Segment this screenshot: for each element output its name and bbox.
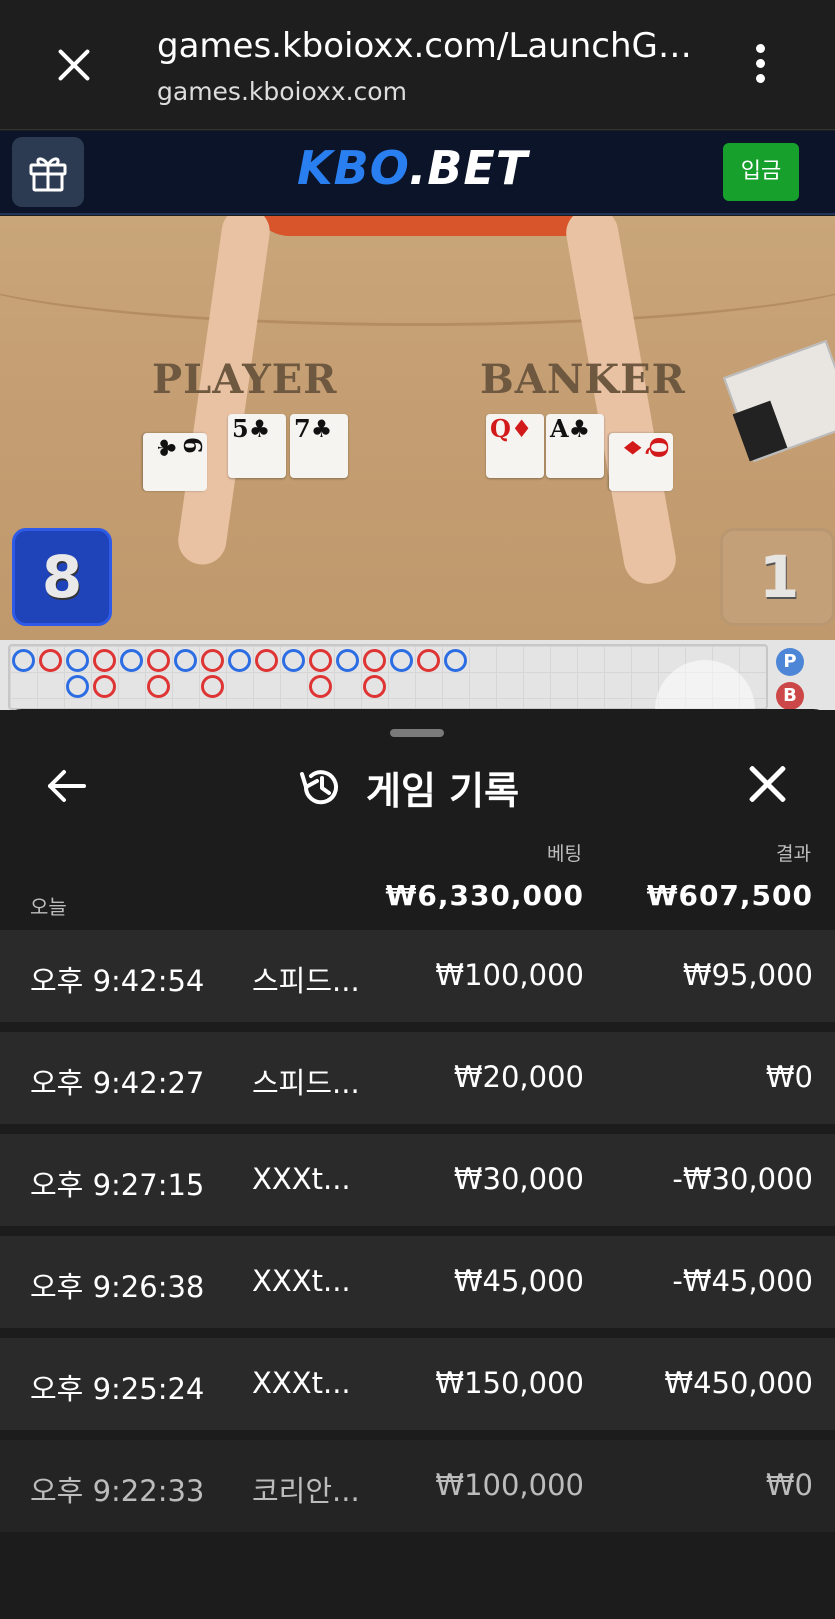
road-dot-banker: [417, 649, 440, 672]
roadmap-strip: P B: [0, 640, 835, 760]
gift-button[interactable]: [12, 137, 84, 207]
road-dot-player: [120, 649, 143, 672]
player-zone-label: PLAYER: [152, 356, 338, 403]
player-predict-badge: P: [776, 648, 804, 676]
result-column-header: 결과: [776, 843, 811, 865]
row-time: 오후 9:25:24: [30, 1372, 205, 1406]
road-dot-banker: [93, 675, 116, 698]
row-game: XXXt...: [252, 1162, 351, 1196]
road-dot-player: [444, 649, 467, 672]
browser-toolbar: games.kboioxx.com/LaunchG… games.kboioxx…: [0, 0, 835, 130]
row-time: 오후 9:42:27: [30, 1066, 205, 1100]
road-dot-banker: [255, 649, 278, 672]
road-dot-player: [174, 649, 197, 672]
road-dot-player: [336, 649, 359, 672]
bet-column-header: 베팅: [547, 843, 582, 865]
sheet-footer: [0, 1539, 835, 1619]
road-dot-banker: [309, 675, 332, 698]
row-game: XXXt...: [252, 1264, 351, 1298]
road-dot-banker: [201, 649, 224, 672]
deposit-button[interactable]: 입금: [723, 143, 799, 201]
road-dot-banker: [39, 649, 62, 672]
banker-score: 1: [720, 528, 835, 626]
total-bet: ₩6,330,000: [385, 879, 584, 912]
site-header: KBO.BET 입금: [0, 131, 835, 215]
history-row[interactable]: 오후 9:25:24 XXXt... ₩150,000 ₩450,000: [0, 1338, 835, 1430]
history-row[interactable]: 오후 9:26:38 XXXt... ₩45,000 -₩45,000: [0, 1236, 835, 1328]
date-group-label: 오늘: [30, 895, 67, 919]
row-game: 스피드...: [252, 964, 360, 998]
road-dot-banker: [147, 649, 170, 672]
road-dot-banker: [363, 675, 386, 698]
history-row[interactable]: 오후 9:42:27 스피드... ₩20,000 ₩0: [0, 1032, 835, 1124]
sheet-header: 게임 기록: [298, 759, 519, 815]
close-icon[interactable]: [746, 762, 790, 806]
road-dot-player: [282, 649, 305, 672]
banker-card: Q♦: [609, 433, 673, 491]
row-result: ₩0: [765, 1468, 813, 1502]
kbo-bet-logo[interactable]: KBO.BET: [297, 141, 528, 195]
gift-icon: [29, 157, 67, 192]
road-dot-player: [66, 675, 89, 698]
player-card: 6 ♣: [143, 433, 207, 491]
close-icon[interactable]: [50, 42, 98, 90]
history-row[interactable]: 오후 9:27:15 XXXt... ₩30,000 -₩30,000: [0, 1134, 835, 1226]
row-game: 스피드...: [252, 1066, 360, 1100]
road-dot-player: [66, 649, 89, 672]
player-card: 7♣: [290, 414, 348, 478]
row-result: -₩30,000: [672, 1162, 813, 1196]
history-list: 오후 9:42:54 스피드... ₩100,000 ₩95,000 오후 9:…: [0, 930, 835, 1542]
dealer-shirt: [250, 216, 610, 236]
road-dot-banker: [147, 675, 170, 698]
row-time: 오후 9:27:15: [30, 1168, 205, 1202]
row-bet: ₩20,000: [453, 1060, 584, 1094]
row-bet: ₩45,000: [453, 1264, 584, 1298]
url-domain: games.kboioxx.com: [157, 77, 407, 106]
row-time: 오후 9:22:33: [30, 1474, 205, 1508]
row-bet: ₩100,000: [435, 958, 584, 992]
row-result: -₩45,000: [672, 1264, 813, 1298]
bead-road[interactable]: [8, 644, 768, 710]
row-bet: ₩150,000: [435, 1366, 584, 1400]
road-dot-player: [12, 649, 35, 672]
row-result: ₩450,000: [664, 1366, 813, 1400]
banker-card: A♣: [546, 414, 604, 478]
history-icon: [300, 770, 338, 805]
player-card: 5♣: [228, 414, 286, 478]
live-video: PLAYER BANKER 6 ♣ 5♣ 7♣ Q♦ A♣ Q ♦ 8 1: [0, 216, 835, 640]
history-row[interactable]: 오후 9:22:33 코리안... ₩100,000 ₩0: [0, 1440, 835, 1532]
game-history-sheet: 게임 기록 베팅 결과 오늘 ₩6,330,000 ₩607,500 오후 9:…: [0, 709, 835, 1619]
total-result: ₩607,500: [646, 879, 813, 912]
road-dot-banker: [363, 649, 386, 672]
row-result: ₩0: [765, 1060, 813, 1094]
banker-zone-label: BANKER: [480, 356, 686, 403]
road-dot-player: [228, 649, 251, 672]
history-row[interactable]: 오후 9:42:54 스피드... ₩100,000 ₩95,000: [0, 930, 835, 1022]
road-dot-banker: [93, 649, 116, 672]
road-predict[interactable]: P B: [776, 648, 806, 710]
row-time: 오후 9:42:54: [30, 964, 205, 998]
road-dot-player: [390, 649, 413, 672]
road-dot-banker: [309, 649, 332, 672]
row-time: 오후 9:26:38: [30, 1270, 205, 1304]
row-bet: ₩30,000: [453, 1162, 584, 1196]
road-dot-banker: [201, 675, 224, 698]
row-game: XXXt...: [252, 1366, 351, 1400]
sheet-drag-handle[interactable]: [390, 729, 444, 737]
row-result: ₩95,000: [682, 958, 813, 992]
row-bet: ₩100,000: [435, 1468, 584, 1502]
row-game: 코리안...: [252, 1474, 360, 1508]
player-score: 8: [12, 528, 112, 626]
sheet-title: 게임 기록: [366, 768, 520, 813]
more-options-icon[interactable]: [750, 44, 770, 88]
banker-predict-badge: B: [776, 682, 804, 710]
banker-card: Q♦: [486, 414, 544, 478]
url-title[interactable]: games.kboioxx.com/LaunchG…: [157, 26, 692, 66]
back-arrow-icon[interactable]: [44, 763, 90, 809]
